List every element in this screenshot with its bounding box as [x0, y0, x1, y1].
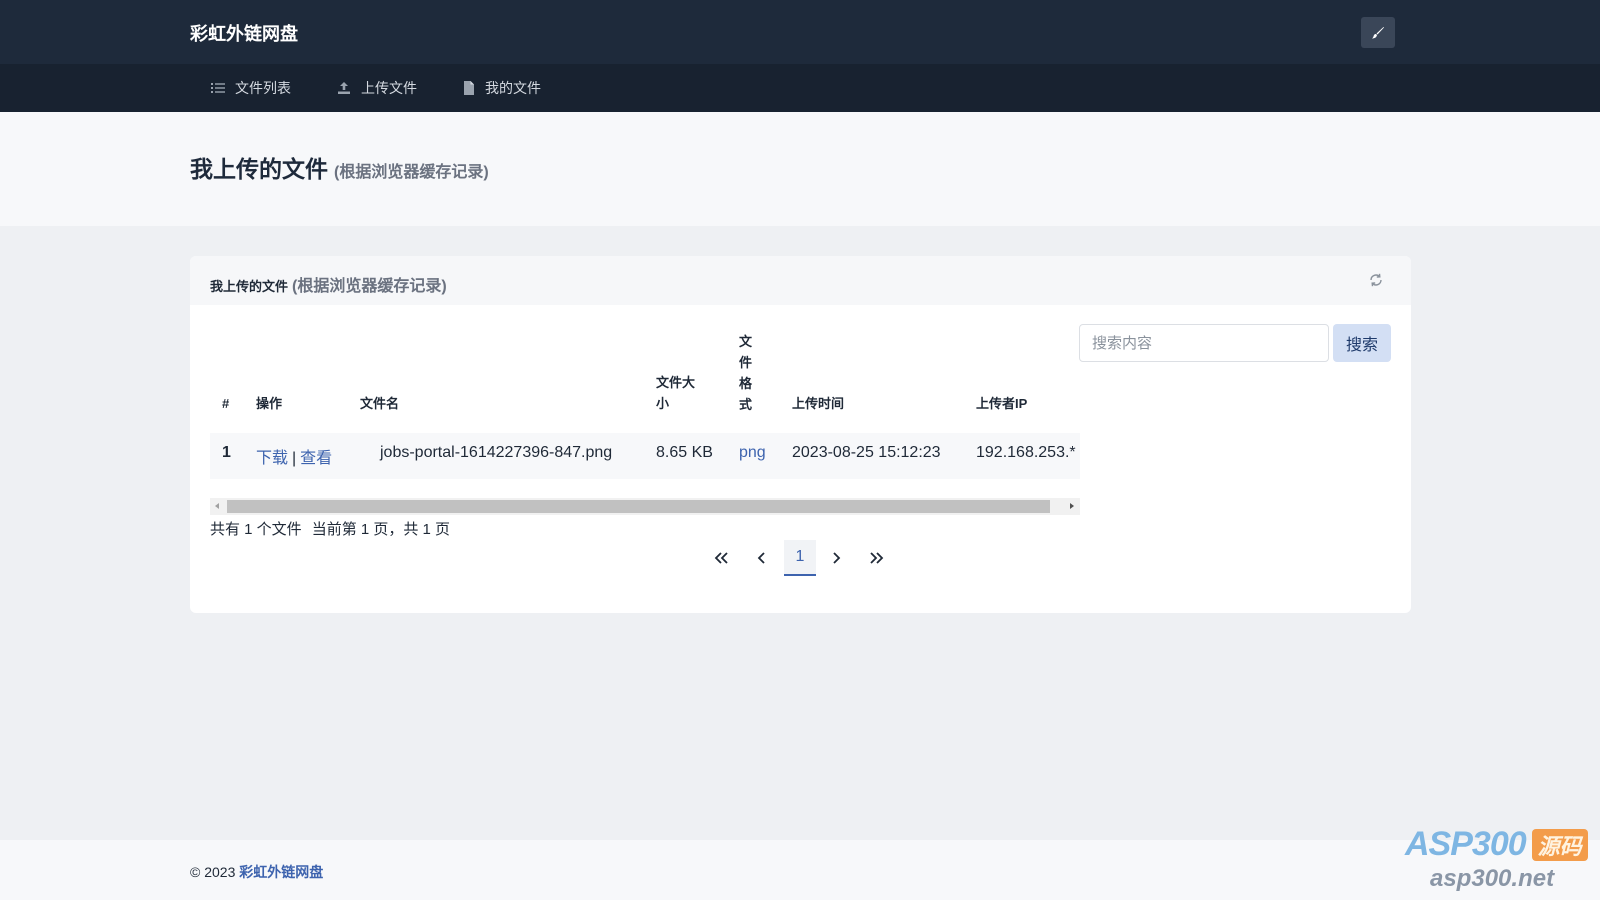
- card-title-text: 我上传的文件: [210, 279, 289, 294]
- row-index: 1: [222, 444, 231, 461]
- footer: © 2023 彩虹外链网盘: [0, 840, 1600, 900]
- search-button[interactable]: 搜索: [1333, 324, 1391, 362]
- footer-copyright: © 2023 彩虹外链网盘: [190, 862, 323, 882]
- total-files-text: 共有 1 个文件: [210, 521, 302, 538]
- brush-icon: [1372, 26, 1384, 38]
- theme-button[interactable]: [1361, 17, 1395, 48]
- action-separator: |: [292, 450, 297, 467]
- page-button-1[interactable]: 1: [784, 540, 816, 576]
- brand-title[interactable]: 彩虹外链网盘: [190, 20, 298, 46]
- prev-page-button[interactable]: [746, 540, 778, 576]
- row-filename: jobs-portal-1614227396-847.png: [380, 444, 613, 461]
- chevron-right-icon: [833, 552, 841, 564]
- current-page-text: 当前第 1 页，共 1 页: [311, 521, 451, 538]
- column-header-format: 文件格式: [739, 334, 753, 412]
- nav-label: 上传文件: [361, 80, 417, 96]
- refresh-button[interactable]: [1368, 272, 1384, 293]
- card-header: 我上传的文件 (根据浏览器缓存记录): [190, 256, 1411, 305]
- upload-icon: [338, 82, 350, 94]
- top-bar: 彩虹外链网盘: [0, 0, 1600, 64]
- scrollbar-thumb[interactable]: [227, 500, 1050, 513]
- search-input[interactable]: [1079, 324, 1329, 362]
- view-link[interactable]: 查看: [300, 450, 332, 467]
- column-header-time: 上传时间: [792, 396, 845, 411]
- page-title-text: 我上传的文件: [190, 156, 328, 182]
- row-time: 2023-08-25 15:12:23: [792, 444, 941, 461]
- next-page-button[interactable]: [820, 540, 852, 576]
- page-title: 我上传的文件 (根据浏览器缓存记录): [190, 150, 489, 184]
- nav-item-file-list[interactable]: 文件列表: [211, 78, 291, 98]
- column-header-size: 文件大小: [656, 375, 696, 411]
- table-horizontal-scrollbar[interactable]: [210, 498, 1080, 515]
- row-ip: 192.168.253.*: [976, 444, 1076, 461]
- double-chevron-left-icon: [714, 552, 728, 564]
- column-header-ip: 上传者IP: [976, 396, 1028, 411]
- watermark-logo: ASP300 源码 asp300.net: [1405, 825, 1600, 900]
- page-subtitle: (根据浏览器缓存记录): [334, 164, 489, 181]
- watermark-site: asp300.net: [1430, 865, 1555, 892]
- nav-label: 我的文件: [485, 80, 541, 96]
- pagination: 1: [190, 540, 1411, 580]
- watermark-badge: 源码: [1531, 828, 1588, 861]
- column-header-index: #: [222, 396, 230, 411]
- refresh-icon: [1370, 273, 1382, 287]
- list-icon: [211, 83, 225, 93]
- table-row: [210, 433, 1080, 479]
- column-header-action: 操作: [256, 396, 283, 411]
- page-header: 我上传的文件 (根据浏览器缓存记录): [0, 112, 1600, 226]
- chevron-left-icon: [757, 552, 765, 564]
- nav-item-upload[interactable]: 上传文件: [337, 78, 417, 98]
- nav-label: 文件列表: [235, 80, 291, 96]
- file-icon: [464, 81, 474, 95]
- scroll-right-arrow[interactable]: [1070, 503, 1074, 509]
- column-header-filename: 文件名: [360, 396, 400, 411]
- pagination-summary: 共有 1 个文件 当前第 1 页，共 1 页: [210, 518, 460, 539]
- row-format: png: [739, 444, 766, 461]
- card-title: 我上传的文件 (根据浏览器缓存记录): [210, 272, 447, 296]
- main-nav: 文件列表 上传文件 我的文件: [0, 64, 1600, 112]
- double-chevron-right-icon: [870, 552, 884, 564]
- watermark-brand: ASP300: [1405, 825, 1527, 863]
- scroll-left-arrow[interactable]: [215, 503, 219, 509]
- nav-item-my-files[interactable]: 我的文件: [463, 78, 541, 98]
- watermark-top: ASP300 源码: [1405, 825, 1588, 864]
- first-page-button[interactable]: [706, 540, 738, 576]
- last-page-button[interactable]: [860, 540, 892, 576]
- copyright-text: © 2023: [190, 864, 236, 880]
- files-card: 我上传的文件(根据浏览器缓存记录) 搜索 # 操作 文件名 文件大小 文件格式 …: [190, 256, 1411, 613]
- card-subtitle: (根据浏览器缓存记录): [292, 278, 447, 295]
- row-actions: 下载 | 查看: [256, 444, 332, 468]
- row-size: 8.65 KB: [656, 444, 713, 461]
- footer-brand-link[interactable]: 彩虹外链网盘: [239, 864, 323, 880]
- download-link[interactable]: 下载: [256, 450, 288, 467]
